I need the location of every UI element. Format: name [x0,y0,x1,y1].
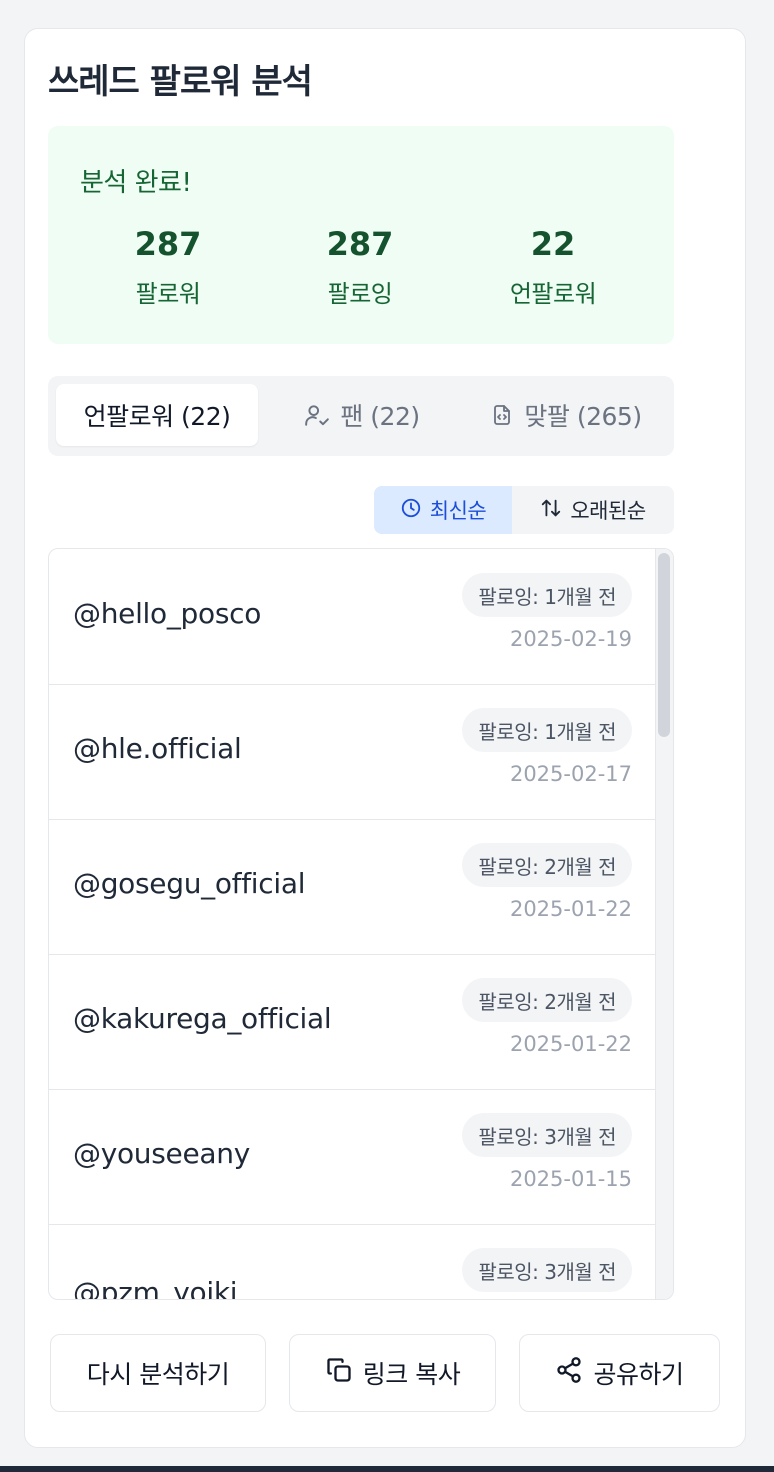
following-badge: 팔로잉: 3개월 전 [462,1248,632,1292]
tab-fans-label: 팬 (22) [340,402,420,431]
follow-date: 2025-01-22 [509,1032,632,1056]
clock-icon [400,497,422,524]
file-code-icon [490,403,514,427]
user-check-icon [304,402,330,428]
user-handle: @hello_posco [73,597,262,630]
user-handle: @kakurega_official [73,1002,332,1035]
tab-fans[interactable]: 팬 (22) [262,384,462,446]
scrollbar-thumb[interactable] [658,553,670,737]
list-item[interactable]: @hle.official 팔로잉: 1개월 전 2025-02-17 [49,684,656,820]
following-badge: 팔로잉: 2개월 전 [462,843,632,887]
list-item[interactable]: @kakurega_official 팔로잉: 2개월 전 2025-01-22 [49,954,656,1090]
copy-link-button[interactable]: 링크 복사 [289,1334,496,1412]
stat-following-value: 287 [326,225,394,263]
tab-unfollowers[interactable]: 언팔로워 (22) [56,384,258,446]
following-badge: 팔로잉: 2개월 전 [462,978,632,1022]
summary-heading: 분석 완료! [80,168,192,198]
copy-link-label: 링크 복사 [362,1360,461,1389]
share-button[interactable]: 공유하기 [519,1334,720,1412]
sort-oldest-button[interactable]: 오래된순 [512,486,674,534]
stat-followers-value: 287 [134,225,202,263]
stat-followers: 287 팔로워 [68,224,268,309]
following-badge: 팔로잉: 3개월 전 [462,1113,632,1157]
follow-date: 2025-02-17 [509,762,632,786]
tab-mutual-label: 맞팔 (265) [524,402,642,431]
follow-date: 2025-01-22 [509,897,632,921]
share-label: 공유하기 [593,1360,684,1389]
tab-bar: 언팔로워 (22) 팬 (22) 맞팔 (265) [48,376,674,456]
stat-following: 287 팔로잉 [260,224,460,309]
user-handle: @hle.official [73,732,242,765]
list-item[interactable]: @gosegu_official 팔로잉: 2개월 전 2025-01-22 [49,819,656,955]
bottom-edge [0,1466,774,1472]
stat-unfollowers-label: 언팔로워 [509,280,597,308]
list-item[interactable]: @youseeany 팔로잉: 3개월 전 2025-01-15 [49,1089,656,1225]
tab-unfollowers-label: 언팔로워 (22) [83,402,231,431]
stat-following-label: 팔로잉 [327,280,393,308]
following-badge: 팔로잉: 1개월 전 [462,573,632,617]
tab-mutual[interactable]: 맞팔 (265) [466,384,666,446]
list-item[interactable]: @pzm_yoiki 팔로잉: 3개월 전 [49,1224,656,1300]
follow-date: 2025-01-15 [509,1167,632,1191]
sort-toggle: 최신순 오래된순 [374,486,674,534]
user-handle: @gosegu_official [73,867,306,900]
follow-date: 2025-02-19 [509,627,632,651]
following-badge: 팔로잉: 1개월 전 [462,708,632,752]
sort-newest-button[interactable]: 최신순 [374,486,512,534]
copy-icon [325,1356,353,1390]
reanalyze-label: 다시 분석하기 [86,1360,230,1389]
stat-followers-label: 팔로워 [135,280,201,308]
sort-newest-label: 최신순 [429,499,487,523]
share-icon [555,1356,583,1390]
unfollower-list[interactable]: @hello_posco 팔로잉: 1개월 전 2025-02-19 @hle.… [48,548,674,1300]
list-scrollbar[interactable] [655,549,673,1299]
sort-oldest-label: 오래된순 [570,499,646,523]
stat-unfollowers: 22 언팔로워 [453,224,653,309]
list-item[interactable]: @hello_posco 팔로잉: 1개월 전 2025-02-19 [49,549,656,685]
page-title: 쓰레드 팔로워 분석 [48,62,313,102]
summary-panel: 분석 완료! 287 팔로워 287 팔로잉 22 언팔로워 [48,126,674,344]
stat-unfollowers-value: 22 [530,225,576,263]
reanalyze-button[interactable]: 다시 분석하기 [50,1334,266,1412]
user-handle: @pzm_yoiki [73,1276,238,1300]
sort-arrows-icon [540,497,562,524]
user-handle: @youseeany [73,1137,250,1170]
